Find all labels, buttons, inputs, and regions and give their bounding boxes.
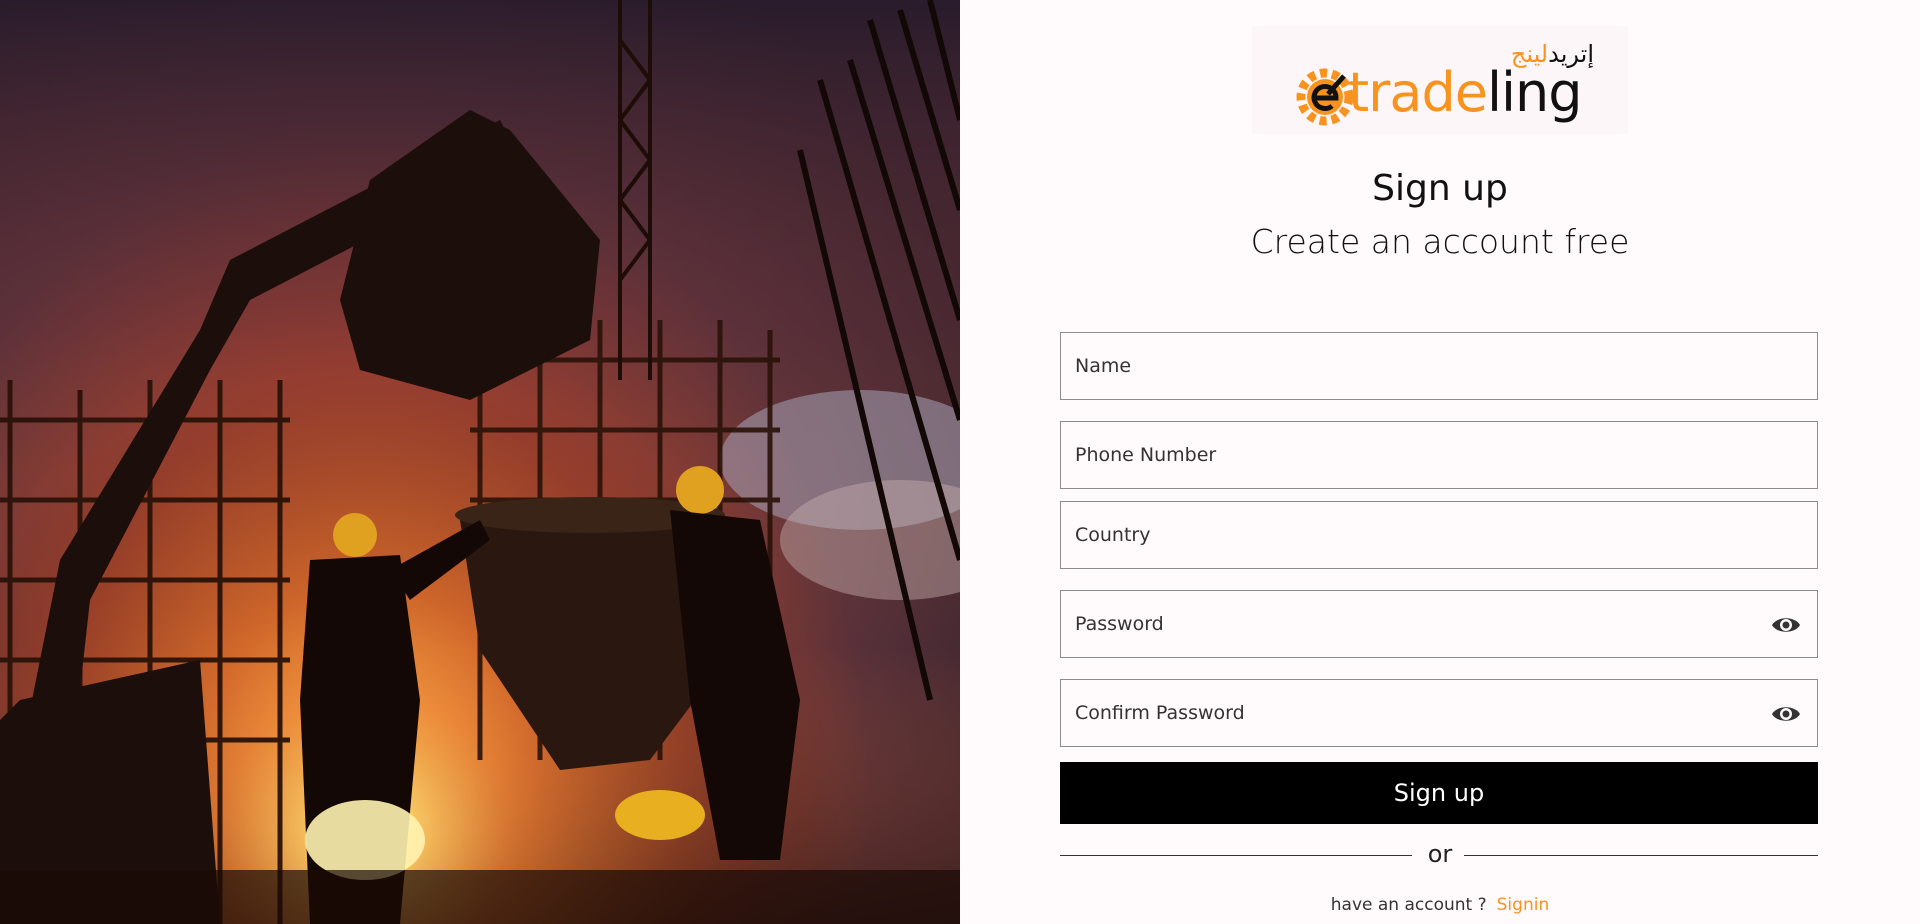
tradeling-logo: إتريدلينج tradeling xyxy=(1252,26,1628,134)
logo-wordmark: tradeling xyxy=(1348,66,1582,120)
signin-prompt: have an account ? Signin xyxy=(960,895,1920,915)
hero-image xyxy=(0,0,960,924)
eye-icon[interactable] xyxy=(1771,703,1801,725)
confirm-password-input[interactable] xyxy=(1061,680,1817,746)
signin-link[interactable]: Signin xyxy=(1497,895,1550,915)
eye-icon[interactable] xyxy=(1771,614,1801,636)
name-field xyxy=(1060,332,1818,400)
page-title: Sign up xyxy=(1372,168,1508,209)
logo-word-orange: trade xyxy=(1348,61,1488,124)
password-input[interactable] xyxy=(1061,591,1817,657)
country-field xyxy=(1060,501,1818,569)
divider-line-right xyxy=(1464,855,1818,856)
phone-number-input[interactable] xyxy=(1061,422,1817,488)
confirm-password-field xyxy=(1060,679,1818,747)
phone-field xyxy=(1060,421,1818,489)
password-field xyxy=(1060,590,1818,658)
country-input[interactable] xyxy=(1061,502,1817,568)
construction-scene-illustration xyxy=(0,0,960,924)
page-subtitle: Create an account free xyxy=(1250,222,1630,261)
divider-or: or xyxy=(1427,840,1453,868)
signup-button[interactable]: Sign up xyxy=(1060,762,1818,824)
logo-word-dark: ling xyxy=(1486,61,1583,124)
signup-panel: إتريدلينج tradeling Sign up Create an ac… xyxy=(960,0,1920,924)
have-account-text: have an account ? xyxy=(1330,895,1487,915)
name-input[interactable] xyxy=(1061,333,1817,399)
signup-page: إتريدلينج tradeling Sign up Create an ac… xyxy=(0,0,1920,924)
